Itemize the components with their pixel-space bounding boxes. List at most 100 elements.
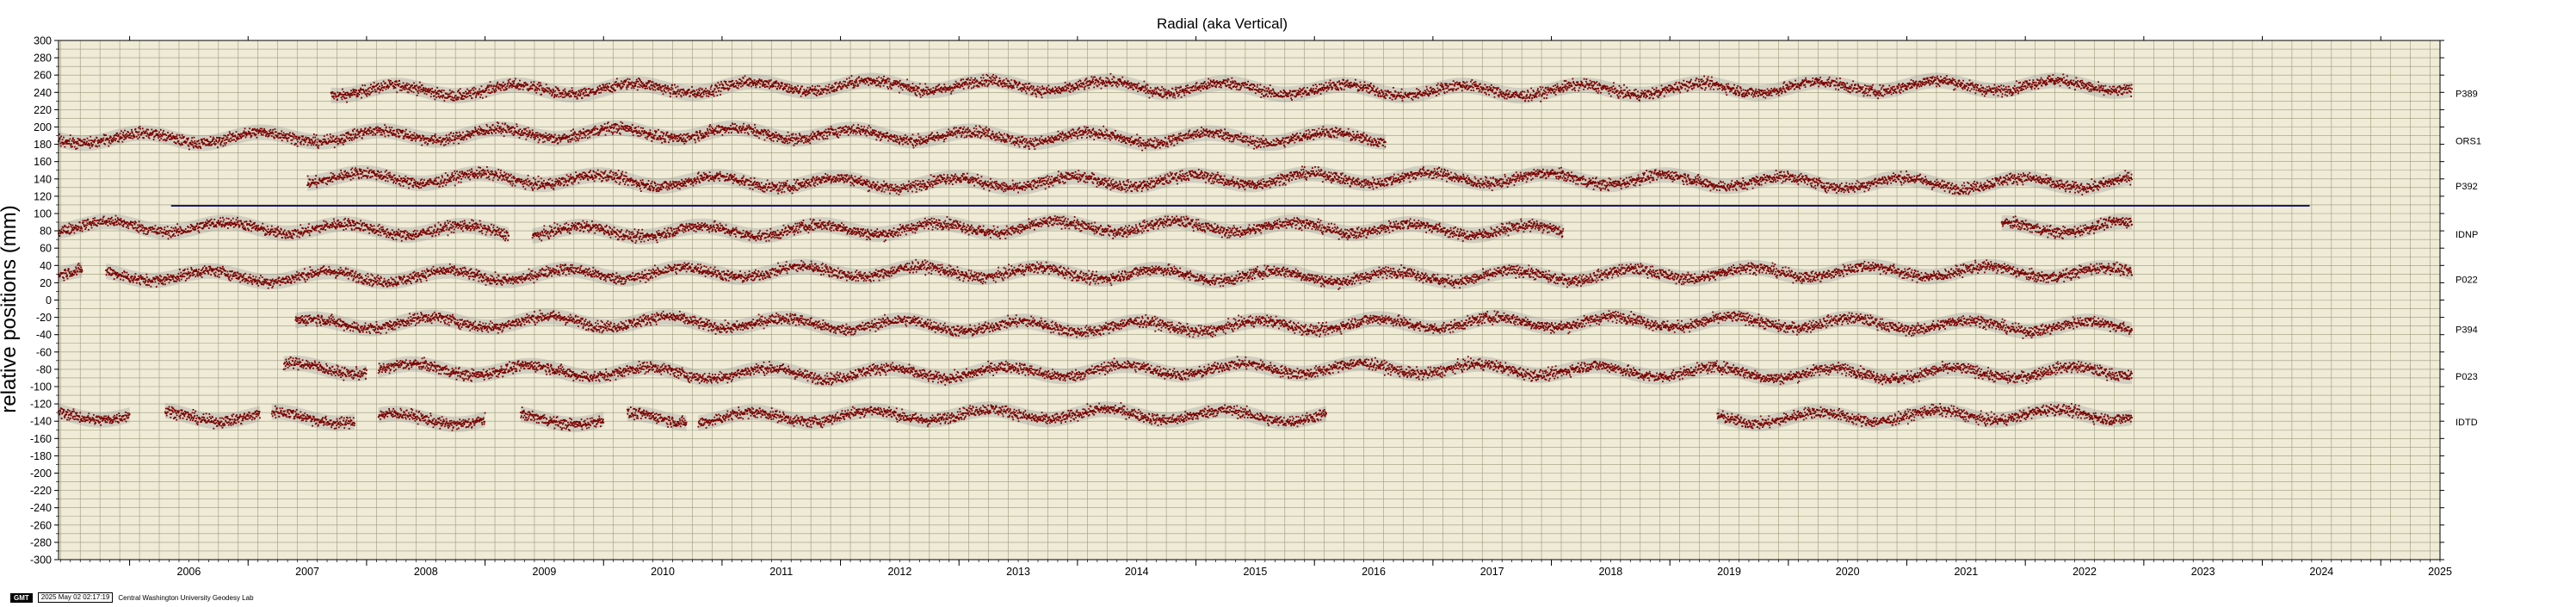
data-point — [1774, 88, 1776, 90]
data-point — [1172, 96, 1174, 98]
data-point — [537, 84, 539, 85]
data-point — [1892, 88, 1893, 90]
data-point — [850, 80, 852, 82]
data-point — [2001, 96, 2003, 97]
data-point — [137, 138, 139, 139]
data-point — [1444, 92, 1446, 94]
data-point — [1016, 86, 1018, 88]
data-point — [1144, 87, 1146, 89]
data-point — [1478, 88, 1480, 90]
data-point — [745, 82, 747, 84]
data-point — [1414, 92, 1416, 94]
data-point — [1485, 92, 1486, 94]
data-point — [1267, 96, 1269, 97]
data-point — [871, 83, 873, 84]
data-point — [559, 90, 560, 91]
data-point — [1851, 84, 1853, 86]
data-point — [1116, 86, 1118, 88]
data-point — [1181, 96, 1183, 98]
data-point — [1448, 85, 1449, 87]
data-point — [1029, 83, 1030, 84]
data-point — [497, 86, 499, 88]
data-point — [1046, 90, 1047, 91]
data-point — [1102, 84, 1103, 85]
data-point — [562, 92, 564, 94]
data-point — [826, 93, 828, 95]
data-point — [970, 84, 972, 85]
data-point — [1312, 90, 1313, 91]
data-point — [605, 90, 607, 91]
data-point — [925, 86, 927, 88]
data-point — [1801, 85, 1802, 87]
data-point — [1471, 79, 1473, 81]
data-point — [2032, 86, 2034, 88]
data-point — [886, 82, 887, 84]
data-point — [2052, 78, 2054, 80]
data-point — [1572, 78, 1573, 80]
data-point — [124, 130, 126, 132]
data-point — [918, 87, 920, 89]
data-point — [971, 88, 973, 90]
data-point — [1678, 89, 1680, 90]
data-point — [1019, 81, 1021, 83]
data-point — [1016, 82, 1017, 84]
data-point — [1259, 84, 1261, 86]
data-point — [1648, 90, 1650, 91]
data-point — [1455, 82, 1456, 84]
data-point — [720, 90, 722, 92]
data-point — [1804, 84, 1806, 86]
data-point — [1024, 87, 1026, 89]
data-point — [1659, 91, 1660, 93]
data-point — [2037, 88, 2039, 90]
data-point — [1558, 87, 1560, 89]
data-point — [1006, 83, 1008, 84]
data-point — [1174, 97, 1176, 99]
data-point — [1603, 88, 1604, 90]
data-point — [886, 86, 888, 88]
data-point — [335, 94, 337, 96]
data-point — [924, 93, 925, 95]
data-point — [679, 90, 681, 92]
data-point — [829, 92, 831, 94]
data-point — [2023, 82, 2025, 84]
data-point — [504, 84, 506, 85]
data-point — [933, 93, 935, 95]
data-point — [1270, 90, 1272, 91]
data-point — [998, 85, 1000, 87]
data-point — [1850, 88, 1851, 90]
data-point — [1872, 89, 1874, 90]
data-point — [1893, 86, 1895, 88]
data-point — [132, 132, 133, 133]
data-point — [705, 91, 707, 93]
data-point — [809, 92, 811, 94]
data-point — [1633, 92, 1634, 94]
data-point — [368, 90, 370, 92]
data-point — [1025, 84, 1027, 85]
data-point — [894, 82, 896, 84]
data-point — [2063, 77, 2065, 78]
data-point — [754, 79, 756, 81]
data-point — [108, 146, 109, 147]
data-point — [706, 96, 707, 97]
data-point — [794, 91, 795, 93]
data-point — [1188, 87, 1189, 89]
data-point — [598, 92, 600, 94]
data-point — [1094, 84, 1096, 85]
data-point — [960, 86, 961, 88]
data-point — [522, 89, 524, 90]
data-point — [1360, 82, 1362, 84]
data-point — [1232, 81, 1233, 83]
data-point — [760, 83, 762, 84]
data-point — [1418, 92, 1419, 94]
data-point — [950, 93, 952, 95]
data-point — [1236, 86, 1238, 88]
data-point — [1325, 82, 1327, 84]
data-point — [977, 81, 979, 83]
data-point — [68, 140, 70, 142]
data-point — [816, 95, 818, 96]
data-point — [823, 91, 825, 93]
data-point — [503, 90, 505, 91]
data-point — [819, 93, 821, 95]
data-point — [130, 133, 132, 134]
data-point — [680, 95, 682, 96]
